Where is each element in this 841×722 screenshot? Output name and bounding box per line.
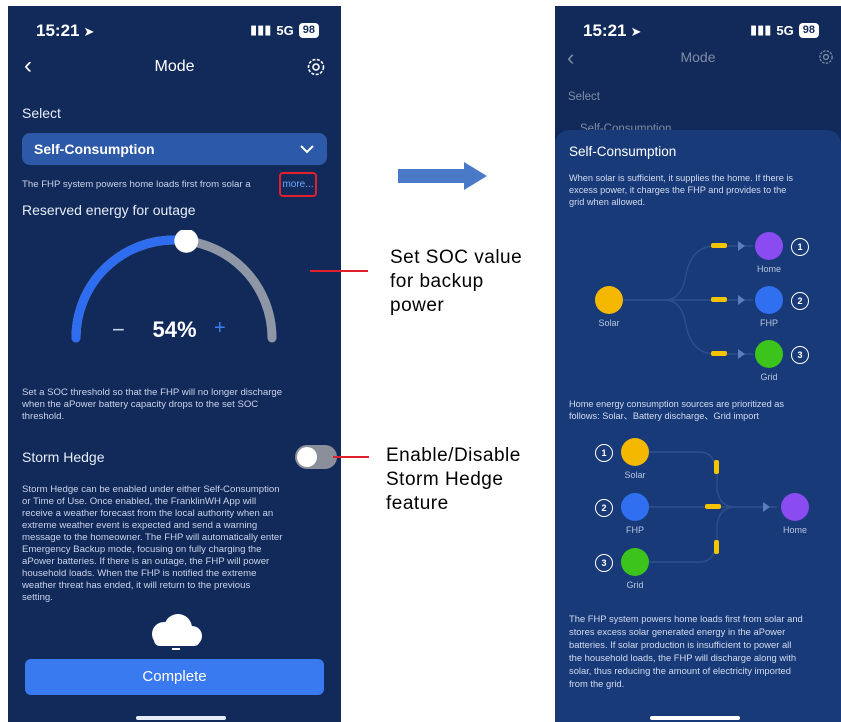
flow2-source-label: Solar <box>624 470 646 480</box>
mode-screen-left: 15:21 ➤ ▮▮▮ 5G 98 ‹ Mode Select Self-Cons… <box>8 6 341 722</box>
priority-number: 2 <box>595 499 613 517</box>
complete-button[interactable]: Complete <box>25 659 324 695</box>
soc-annotation: Set SOC value for backup power <box>390 247 523 316</box>
gauge-knob[interactable] <box>174 230 199 253</box>
status-bar: 15:21 ➤ ▮▮▮ 5G 98 <box>8 6 341 50</box>
right-arrow-icon <box>398 162 487 190</box>
priority-number: 3 <box>595 554 613 572</box>
soc-help-text: Set a SOC threshold so that the FHP will… <box>22 387 283 422</box>
mode-select-value: Self-Consumption <box>34 141 155 157</box>
soc-value: 54% <box>152 317 197 342</box>
reserved-energy-title: Reserved energy for outage <box>22 202 196 218</box>
location-arrow-icon: ➤ <box>83 24 95 39</box>
mode-screen-right: 15:21 ➤ ▮▮▮ 5G 98 ‹ Mode Select Self-Cons… <box>555 6 841 722</box>
status-signal: ▮▮▮ 5G 98 <box>750 22 819 38</box>
storm-hedge-toggle[interactable] <box>295 445 337 469</box>
status-time: 15:21 ➤ <box>36 21 95 40</box>
grid-tower-icon <box>621 548 649 576</box>
mode-summary: The FHP system powers home loads first f… <box>22 179 251 190</box>
chevron-down-icon <box>300 145 314 154</box>
home-indicator <box>136 716 226 720</box>
flow2-source-label: Grid <box>626 580 644 590</box>
cloud-icon <box>152 614 202 650</box>
select-label: Select <box>568 91 600 103</box>
more-link[interactable]: more... <box>279 172 317 197</box>
nav-bar: ‹ Mode <box>8 50 341 86</box>
page-title: Mode <box>154 58 195 75</box>
status-time: 15:21 ➤ <box>583 21 642 40</box>
battery-level: 98 <box>298 22 319 38</box>
toggle-knob <box>297 447 317 467</box>
outro-text: The FHP system powers home loads first f… <box>569 613 803 689</box>
battery-icon <box>621 493 649 521</box>
home-icon <box>781 493 809 521</box>
location-arrow-icon: ➤ <box>630 24 642 39</box>
page-title: Mode <box>680 49 716 65</box>
home-indicator <box>650 716 740 720</box>
signal-bars-icon: ▮▮▮ <box>249 22 272 37</box>
status-bar: 15:21 ➤ ▮▮▮ 5G 98 <box>555 6 841 50</box>
status-signal: ▮▮▮ 5G 98 <box>250 22 319 38</box>
select-label: Select <box>22 105 61 121</box>
storm-hedge-title: Storm Hedge <box>22 449 105 465</box>
mode-detail-sheet: Self-Consumption When solar is sufficien… <box>555 130 841 722</box>
flow2-source-label: FHP <box>626 525 644 535</box>
battery-level: 98 <box>798 22 819 38</box>
solar-panel-icon <box>621 438 649 466</box>
gear-icon[interactable] <box>305 56 327 78</box>
signal-bars-icon: ▮▮▮ <box>749 22 772 37</box>
storm-annotation-line <box>333 456 369 458</box>
storm-hedge-description: Storm Hedge can be enabled under either … <box>22 484 283 603</box>
soc-annotation-line <box>310 270 368 272</box>
mode-select[interactable]: Self-Consumption <box>22 133 327 165</box>
flow2-target-label: Home <box>782 525 807 535</box>
priority-number: 1 <box>595 444 613 462</box>
gear-icon[interactable] <box>817 48 835 66</box>
increase-button[interactable]: + <box>214 317 226 340</box>
storm-annotation: Enable/Disable Storm Hedge feature <box>386 445 521 514</box>
